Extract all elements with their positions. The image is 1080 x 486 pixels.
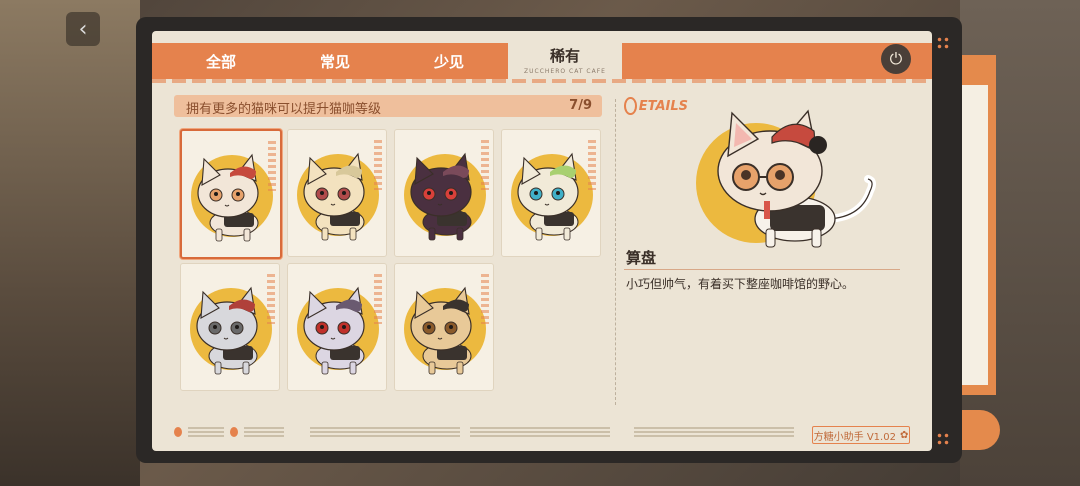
tab-uncommon[interactable]: 少见: [394, 43, 504, 79]
tab-rare[interactable]: 稀有 ZUCCHERO CAT CAFE: [508, 41, 622, 79]
corner-dots-bottom: [936, 432, 950, 446]
tab-label: 稀有: [549, 47, 580, 65]
cat-portrait: [197, 153, 259, 242]
details-logo: ETAILS: [624, 95, 688, 117]
tab-bar: 全部 常见 少见 稀有 ZUCCHERO CAT CAFE: [152, 41, 932, 79]
name-underline: [624, 269, 900, 270]
back-button[interactable]: ‹: [66, 12, 100, 46]
cat-collection-panel: 全部 常见 少见 稀有 ZUCCHERO CAT CAFE ⏻ 拥有更多的猫咪可…: [152, 31, 932, 451]
tab-label: 全部: [205, 52, 236, 71]
cat-portrait: [410, 152, 472, 241]
cat-card[interactable]: [180, 129, 282, 259]
cat-card[interactable]: [287, 263, 387, 391]
section-divider: [615, 99, 616, 405]
cat-description: 小巧但帅气，有着买下整座咖啡馆的野心。: [626, 277, 855, 291]
cat-portrait: [303, 152, 365, 241]
card-side-label: [268, 141, 276, 191]
cat-card[interactable]: [180, 263, 280, 391]
cat-portrait: [196, 286, 258, 375]
background-window: [0, 0, 140, 486]
cat-card[interactable]: [394, 263, 494, 391]
cat-card[interactable]: [501, 129, 601, 257]
tab-common[interactable]: 常见: [280, 43, 390, 79]
card-side-label: [481, 274, 489, 324]
card-side-label: [588, 140, 596, 190]
corner-dots-top: [936, 36, 950, 50]
tab-label: 少见: [433, 52, 464, 71]
owned-count: 7/9: [569, 98, 592, 113]
cat-portrait: [517, 152, 579, 241]
level-hint-bar: 拥有更多的猫咪可以提升猫咖等级 7/9: [174, 95, 602, 117]
card-side-label: [481, 140, 489, 190]
chevron-left-icon: ‹: [78, 16, 88, 42]
level-hint-text: 拥有更多的猫咪可以提升猫咖等级: [186, 102, 382, 117]
tab-subtitle: ZUCCHERO CAT CAFE: [524, 68, 606, 75]
power-icon: ⏻: [889, 49, 903, 68]
card-side-label: [267, 274, 275, 324]
cat-name: 算盘: [626, 249, 657, 267]
card-side-label: [374, 140, 382, 190]
details-logo-text: ETAILS: [638, 98, 688, 114]
cat-portrait: [410, 286, 472, 375]
details-d-icon: [624, 97, 637, 115]
paw-icon: ✿: [899, 429, 909, 441]
cat-portrait: [303, 286, 365, 375]
version-text: 方糖小助手 V1.02: [813, 431, 896, 443]
selected-cat-portrait: [717, 109, 877, 248]
tab-all[interactable]: 全部: [166, 43, 276, 79]
close-button[interactable]: ⏻: [881, 44, 911, 74]
cat-card[interactable]: [287, 129, 387, 257]
tab-stripe: [152, 79, 932, 83]
card-side-label: [374, 274, 382, 324]
version-badge: 方糖小助手 V1.02 ✿: [812, 426, 910, 444]
tab-label: 常见: [319, 52, 350, 71]
footer-decoration: [174, 425, 910, 439]
cat-card[interactable]: [394, 129, 494, 257]
